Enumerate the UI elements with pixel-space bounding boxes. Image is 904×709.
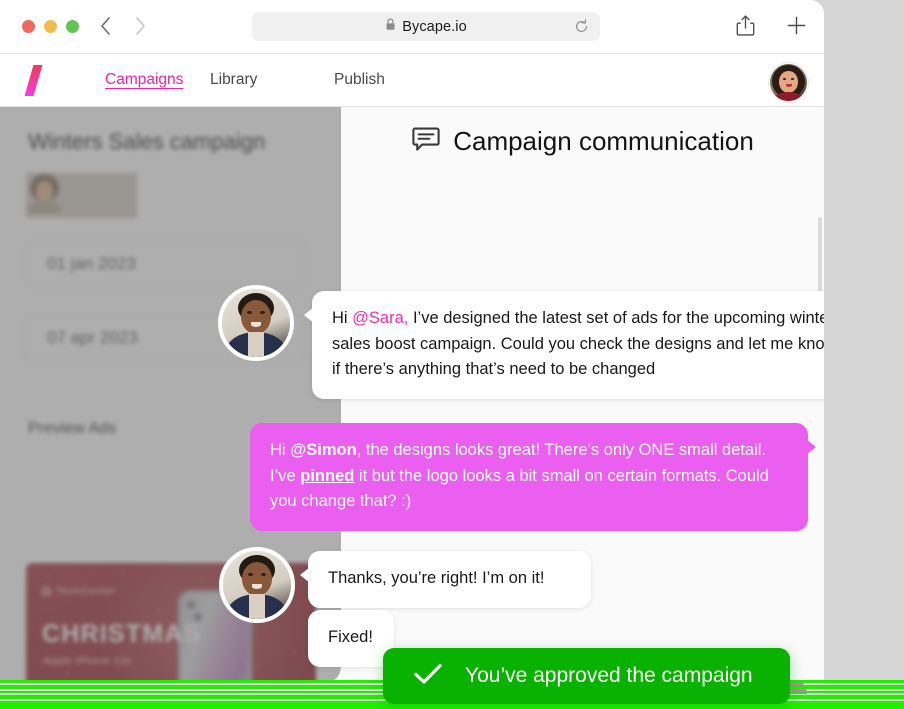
minimize-window-button[interactable] xyxy=(44,20,57,33)
screen-root: Bycape.io Campaigns Library Publish Camp… xyxy=(0,0,904,709)
approved-toast-text: You’ve approved the campaign xyxy=(465,664,753,687)
close-window-button[interactable] xyxy=(22,20,35,33)
back-arrow-icon[interactable] xyxy=(98,14,114,38)
message-bubble[interactable]: Thanks, you’re right! I’m on it! xyxy=(300,551,591,608)
message-text-part: Fixed! xyxy=(328,628,373,646)
window-traffic-lights[interactable] xyxy=(22,20,79,33)
browser-nav-arrows[interactable] xyxy=(98,14,148,38)
nav-item-library[interactable]: Library xyxy=(210,71,334,89)
plus-icon[interactable] xyxy=(786,15,807,41)
forward-arrow-icon[interactable] xyxy=(132,14,148,38)
simon-avatar[interactable] xyxy=(218,285,294,361)
approved-toast[interactable]: You’ve approved the campaign xyxy=(383,648,790,704)
mention-simon[interactable]: @Simon xyxy=(290,441,357,459)
nav-item-publish[interactable]: Publish xyxy=(334,71,444,89)
bubble-tail xyxy=(304,307,314,323)
nav-item-campaigns[interactable]: Campaigns xyxy=(105,71,210,89)
browser-toolbar-right xyxy=(714,12,824,42)
message-text-part: Hi xyxy=(270,441,291,459)
message-text-part: Hi xyxy=(332,309,353,327)
bubble-tail xyxy=(806,439,816,455)
app-body: Winters Sales campaign xyxy=(0,107,824,694)
browser-window: Bycape.io Campaigns Library Publish Camp… xyxy=(0,0,824,694)
message-bubble[interactable]: Fixed! xyxy=(308,610,394,667)
check-icon xyxy=(413,662,443,691)
zoom-window-button[interactable] xyxy=(66,20,79,33)
chat-messages: Hi @Sara, I’ve designed the latest set o… xyxy=(0,107,824,694)
address-bar-url: Bycape.io xyxy=(402,18,467,35)
avatar[interactable] xyxy=(769,63,808,102)
message-bubble[interactable]: Hi @Sara, I’ve designed the latest set o… xyxy=(304,291,824,399)
bubble-tail xyxy=(300,567,310,583)
browser-titlebar: Bycape.io xyxy=(0,0,824,54)
simon-avatar-image xyxy=(223,551,291,619)
avatar-image xyxy=(770,64,807,101)
mention-sara[interactable]: @Sara, xyxy=(352,309,408,327)
simon-avatar-image xyxy=(222,289,290,357)
bycape-logo-icon[interactable] xyxy=(22,65,48,96)
app-navbar: Campaigns Library Publish xyxy=(0,54,824,107)
share-icon[interactable] xyxy=(736,14,755,42)
lock-icon xyxy=(385,18,396,36)
message-text-part: Thanks, you’re right! I’m on it! xyxy=(328,569,545,587)
address-bar[interactable]: Bycape.io xyxy=(252,12,600,41)
pinned-link[interactable]: pinned xyxy=(300,467,354,485)
message-bubble[interactable]: Hi @Simon, the designs looks great! Ther… xyxy=(250,423,816,531)
app-nav-links: Campaigns Library Publish xyxy=(105,54,444,106)
simon-avatar[interactable] xyxy=(219,547,295,623)
reload-icon[interactable] xyxy=(574,19,589,39)
